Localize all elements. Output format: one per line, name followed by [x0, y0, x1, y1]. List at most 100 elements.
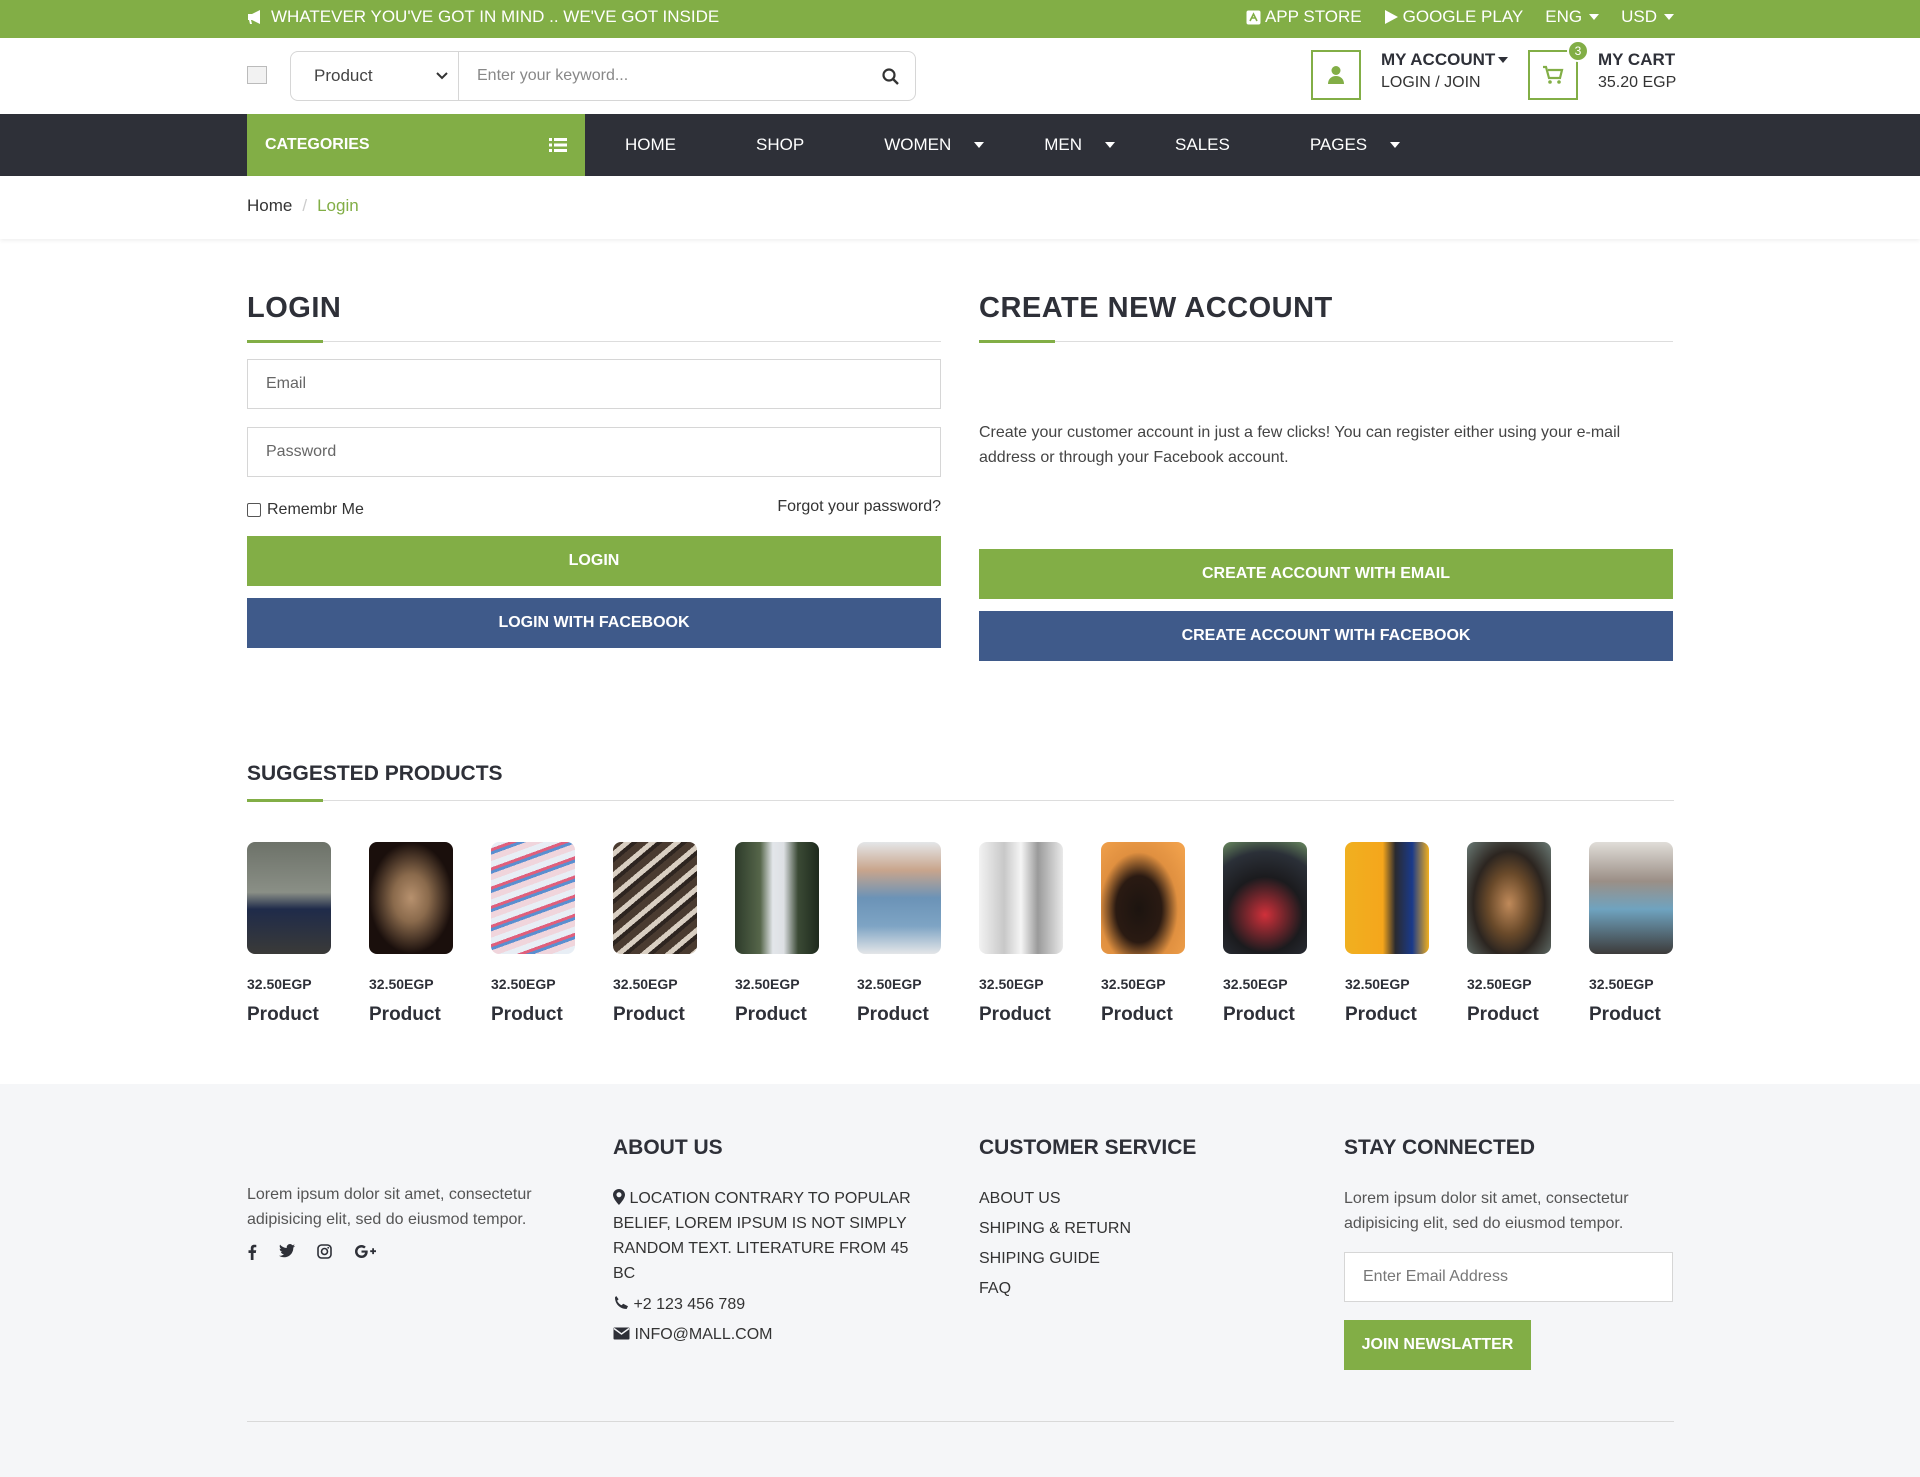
product-image[interactable]: [369, 842, 453, 954]
search-input[interactable]: Enter your keyword...: [459, 67, 865, 85]
product-image[interactable]: [491, 842, 575, 954]
product-price: 32.50EGP: [491, 976, 556, 992]
product-name[interactable]: Product: [979, 1004, 1063, 1026]
nav-item-men[interactable]: MEN: [1004, 135, 1135, 155]
app-store-label: APP STORE: [1264, 7, 1362, 26]
currency-dropdown[interactable]: USD: [1621, 7, 1674, 27]
product-image[interactable]: [613, 842, 697, 954]
facebook-icon[interactable]: [247, 1244, 257, 1260]
login-facebook-button[interactable]: LOGIN WITH FACEBOOK: [247, 598, 941, 648]
footer-customer-service: CUSTOMER SERVICE ABOUT US SHIPING & RETU…: [979, 1136, 1279, 1304]
google-play-icon: [1384, 10, 1398, 24]
product-image[interactable]: [979, 842, 1063, 954]
nav-item-shop[interactable]: SHOP: [716, 135, 844, 155]
footer-link-faq[interactable]: FAQ: [979, 1274, 1279, 1304]
nav-item-label: PAGES: [1309, 135, 1368, 154]
remember-me[interactable]: Remembr Me: [247, 501, 364, 519]
product-name[interactable]: Product: [1589, 1004, 1673, 1026]
account-button[interactable]: [1311, 50, 1361, 100]
password-field[interactable]: Password: [247, 427, 941, 477]
nav-item-sales[interactable]: SALES: [1135, 135, 1270, 155]
product-card[interactable]: 32.50EGP Product: [491, 842, 575, 1026]
account-login-link[interactable]: LOGIN / JOIN: [1381, 74, 1508, 92]
product-card[interactable]: 32.50EGP Product: [1223, 842, 1307, 1026]
categories-button[interactable]: CATEGORIES: [247, 114, 585, 176]
footer-phone-text: +2 123 456 789: [633, 1296, 746, 1313]
nav-item-women[interactable]: WOMEN: [844, 135, 1004, 155]
app-store-link[interactable]: APP STORE: [1246, 7, 1362, 27]
cart-total: 35.20 EGP: [1598, 74, 1677, 91]
forgot-password-link[interactable]: Forgot your password?: [777, 498, 941, 516]
create-account-facebook-button[interactable]: CREATE ACCOUNT WITH FACEBOOK: [979, 611, 1673, 661]
product-card[interactable]: 32.50EGP Product: [979, 842, 1063, 1026]
cart-summary[interactable]: MY CART 35.20 EGP: [1598, 50, 1676, 92]
login-button[interactable]: LOGIN: [247, 536, 941, 586]
email-field[interactable]: Email: [247, 359, 941, 409]
footer-link-about[interactable]: ABOUT US: [979, 1184, 1279, 1214]
product-name[interactable]: Product: [369, 1004, 453, 1026]
account-menu[interactable]: MY ACCOUNT LOGIN / JOIN: [1381, 50, 1509, 92]
remember-checkbox[interactable]: [247, 502, 261, 517]
product-card[interactable]: 32.50EGP Product: [857, 842, 941, 1026]
product-image[interactable]: [857, 842, 941, 954]
footer-link-shipping-guide[interactable]: SHIPING GUIDE: [979, 1244, 1279, 1274]
chevron-down-icon: [436, 72, 448, 80]
nav-item-pages[interactable]: PAGES: [1270, 135, 1420, 155]
product-image[interactable]: [1589, 842, 1673, 954]
footer: Lorem ipsum dolor sit amet, consectetur …: [0, 1084, 1920, 1477]
cart-button[interactable]: 3: [1528, 40, 1589, 100]
breadcrumb-current: Login: [317, 196, 359, 215]
footer-link-shipping-return[interactable]: SHIPING & RETURN: [979, 1214, 1279, 1244]
megaphone-icon: [248, 10, 260, 24]
product-name[interactable]: Product: [1467, 1004, 1551, 1026]
product-name[interactable]: Product: [1345, 1004, 1429, 1026]
newsletter-button[interactable]: JOIN NEWSLATTER: [1344, 1320, 1531, 1370]
newsletter-email-input[interactable]: Enter Email Address: [1344, 1252, 1673, 1302]
categories-label: CATEGORIES: [265, 136, 370, 153]
product-image[interactable]: [1101, 842, 1185, 954]
product-card[interactable]: 32.50EGP Product: [1467, 842, 1551, 1026]
product-image[interactable]: [1345, 842, 1429, 954]
product-price: 32.50EGP: [857, 976, 922, 992]
breadcrumb-home[interactable]: Home: [247, 196, 292, 216]
chevron-down-icon: [1498, 57, 1509, 63]
product-image[interactable]: [1467, 842, 1551, 954]
product-name[interactable]: Product: [1223, 1004, 1307, 1026]
footer-stay-connected: STAY CONNECTED Lorem ipsum dolor sit ame…: [1344, 1136, 1674, 1370]
product-card[interactable]: 32.50EGP Product: [247, 842, 331, 1026]
product-price: 32.50EGP: [735, 976, 800, 992]
footer-intro-text: Lorem ipsum dolor sit amet, consectetur …: [247, 1186, 532, 1228]
header: Product Enter your keyword... MY ACCOUNT…: [0, 38, 1920, 114]
product-name[interactable]: Product: [247, 1004, 331, 1026]
nav-item-label: WOMEN: [884, 135, 952, 154]
product-image[interactable]: [247, 842, 331, 954]
product-card[interactable]: 32.50EGP Product: [1589, 842, 1673, 1026]
product-name[interactable]: Product: [1101, 1004, 1185, 1026]
remember-label: Remembr Me: [267, 501, 364, 518]
search-category-select[interactable]: Product: [291, 52, 459, 100]
product-image[interactable]: [1223, 842, 1307, 954]
product-name[interactable]: Product: [613, 1004, 697, 1026]
product-card[interactable]: 32.50EGP Product: [735, 842, 819, 1026]
google-plus-icon[interactable]: [354, 1244, 378, 1259]
product-card[interactable]: 32.50EGP Product: [1101, 842, 1185, 1026]
phone-icon: [615, 1296, 628, 1309]
google-play-link[interactable]: GOOGLE PLAY: [1384, 7, 1523, 27]
product-image[interactable]: [735, 842, 819, 954]
product-name[interactable]: Product: [735, 1004, 819, 1026]
product-name[interactable]: Product: [491, 1004, 575, 1026]
twitter-icon[interactable]: [279, 1244, 295, 1258]
nav-item-home[interactable]: HOME: [585, 135, 716, 155]
create-account-email-button[interactable]: CREATE ACCOUNT WITH EMAIL: [979, 549, 1673, 599]
search-button[interactable]: [865, 67, 915, 85]
logo[interactable]: [247, 66, 267, 84]
product-card[interactable]: 32.50EGP Product: [369, 842, 453, 1026]
promo: WHATEVER YOU'VE GOT IN MIND .. WE'VE GOT…: [247, 7, 719, 27]
language-dropdown[interactable]: ENG: [1545, 7, 1600, 27]
footer-email: INFO@MALL.COM: [613, 1320, 933, 1350]
product-card[interactable]: 32.50EGP Product: [613, 842, 697, 1026]
product-name[interactable]: Product: [857, 1004, 941, 1026]
product-card[interactable]: 32.50EGP Product: [1345, 842, 1429, 1026]
instagram-icon[interactable]: [317, 1244, 332, 1259]
suggested-products-header: SUGGESTED PRODUCTS: [247, 762, 1674, 802]
